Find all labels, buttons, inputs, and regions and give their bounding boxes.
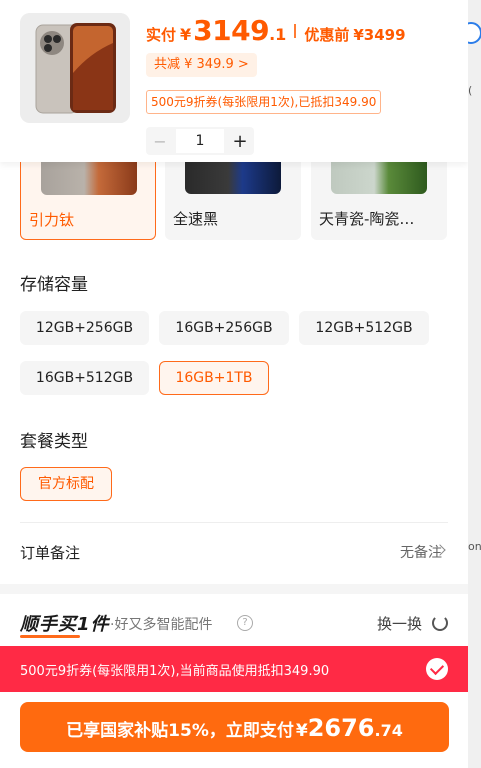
storage-option[interactable]: 12GB+256GB: [20, 311, 149, 345]
total-discount-button[interactable]: 共减 ¥ 349.9 >: [146, 53, 257, 77]
addon-subtitle: ·好又多智能配件: [110, 617, 213, 633]
storage-section-title: 存储容量: [20, 275, 88, 295]
color-label: 天青瓷-陶瓷…: [319, 210, 415, 228]
storage-option-selected[interactable]: 16GB+1TB: [159, 361, 269, 395]
package-option-selected[interactable]: 官方标配: [20, 467, 112, 501]
pay-button-label: 已享国家补贴15%，立即支付: [66, 721, 294, 741]
product-summary-header: 实付 ¥ 3149 .1 优惠前 ¥3499 共减 ¥ 349.9 > 500元…: [0, 0, 468, 162]
coupon-tag: 500元9折券(每张限用1次),已抵扣349.90: [146, 90, 382, 114]
increase-button[interactable]: +: [226, 131, 254, 152]
original-price-label: 优惠前: [304, 26, 350, 44]
storage-option[interactable]: 12GB+512GB: [299, 311, 429, 345]
check-icon[interactable]: [426, 658, 448, 680]
package-section-title: 套餐类型: [20, 432, 88, 452]
order-remark-label: 订单备注: [20, 544, 81, 562]
color-label: 全速黑: [173, 210, 219, 228]
refresh-icon[interactable]: [432, 615, 448, 631]
title-underline: [20, 635, 80, 638]
addon-title: 顺手买1件: [20, 610, 110, 638]
product-thumbnail: [20, 13, 130, 123]
price-row: 实付 ¥ 3149 .1 优惠前 ¥3499: [146, 14, 406, 47]
swap-button[interactable]: 换一换: [377, 613, 422, 634]
storage-option[interactable]: 16GB+512GB: [20, 361, 149, 395]
addon-row: 顺手买1件 ·好又多智能配件 ? 换一换: [0, 600, 468, 644]
color-label: 引力钛: [29, 211, 75, 229]
pay-amount-integer: 2676: [307, 714, 375, 742]
color-option-celadon[interactable]: 天青瓷-陶瓷…: [311, 150, 447, 240]
help-icon[interactable]: ?: [237, 615, 253, 631]
paid-price-decimal: .1: [269, 25, 287, 44]
sku-selection-sheet: 引力钛 全速黑 天青瓷-陶瓷… 实付 ¥ 3149 .1 优惠前 ¥3499 共…: [0, 0, 468, 768]
addon-title-text: 顺手买1件: [20, 614, 110, 635]
coupon-applied-text: 500元9折券(每张限用1次),当前商品使用抵扣349.90: [20, 664, 330, 679]
color-option-black[interactable]: 全速黑: [165, 150, 301, 240]
decrease-button[interactable]: −: [146, 132, 174, 151]
background-text: on: [468, 540, 481, 553]
pay-currency: ¥: [295, 721, 308, 741]
quantity-input[interactable]: 1: [176, 129, 224, 153]
background-page: ( on: [468, 0, 481, 768]
divider: [20, 522, 448, 523]
paid-label: 实付: [146, 26, 177, 44]
currency-symbol: ¥: [180, 25, 192, 44]
background-text: (: [468, 84, 473, 97]
coupon-applied-bar[interactable]: 500元9折券(每张限用1次),当前商品使用抵扣349.90: [0, 646, 468, 692]
pay-now-button[interactable]: 已享国家补贴15%，立即支付 ¥ 2676 .74: [20, 702, 449, 752]
order-remark-row[interactable]: 订单备注 无备注: [0, 530, 468, 576]
color-option-titanium[interactable]: 引力钛: [20, 150, 156, 240]
section-separator: [0, 584, 468, 594]
storage-option[interactable]: 16GB+256GB: [159, 311, 289, 345]
paid-price-integer: 3149: [193, 14, 270, 47]
pay-amount-decimal: .74: [374, 721, 403, 740]
original-price: ¥3499: [353, 26, 406, 44]
quantity-stepper: − 1 +: [146, 127, 254, 155]
divider: [294, 23, 297, 38]
